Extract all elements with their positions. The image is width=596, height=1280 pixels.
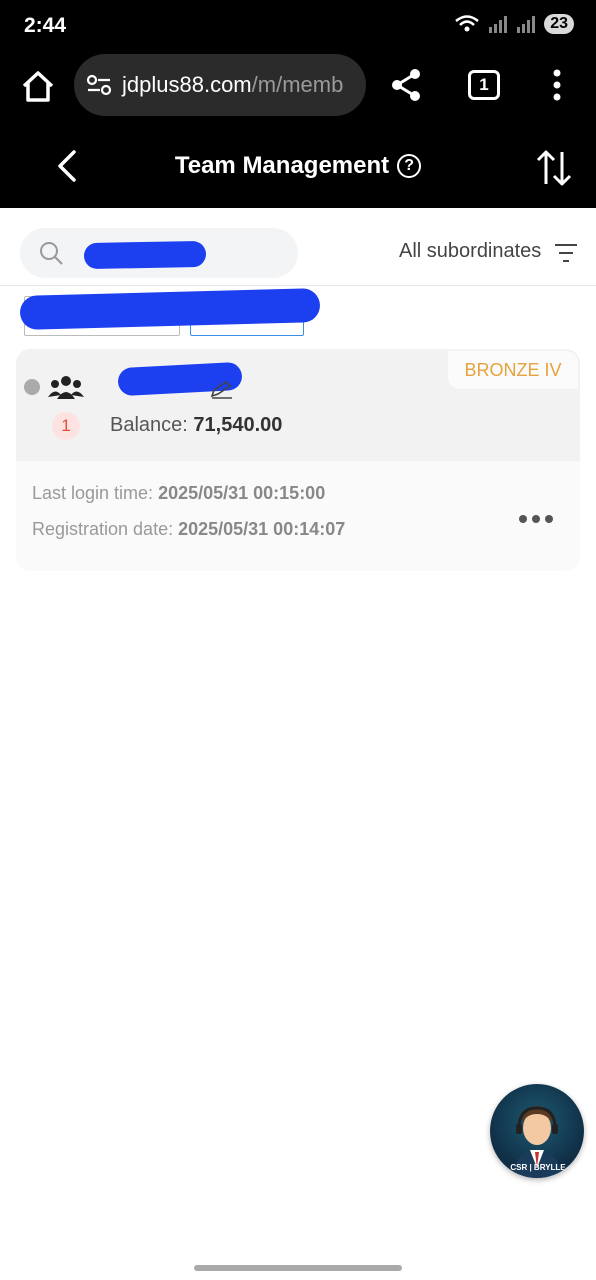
url-text: jdplus88.com/m/memb bbox=[122, 72, 343, 98]
help-icon[interactable]: ? bbox=[397, 154, 422, 178]
registration-date: Registration date: 2025/05/31 00:14:07 bbox=[32, 519, 345, 540]
url-bar[interactable]: jdplus88.com/m/memb bbox=[74, 54, 366, 116]
home-icon[interactable] bbox=[18, 66, 58, 106]
status-time: 2:44 bbox=[24, 14, 67, 37]
more-vert-icon[interactable] bbox=[550, 68, 564, 102]
top-bar: 2:44 23 jdplus88.com/m/memb 1 Team Manag… bbox=[0, 0, 596, 208]
sort-icon[interactable] bbox=[534, 148, 574, 188]
site-settings-icon[interactable] bbox=[86, 74, 112, 96]
redaction-mark bbox=[83, 240, 207, 270]
support-label: CSR | BRYLLE bbox=[510, 1163, 566, 1172]
registration-value: 2025/05/31 00:14:07 bbox=[178, 519, 346, 539]
last-login-label: Last login time: bbox=[32, 483, 159, 503]
member-card[interactable]: BRONZE IV 1 Balance: 71,540.00 Last logi… bbox=[16, 349, 580, 571]
page-header: Team Management ? bbox=[0, 130, 596, 208]
signal-icon-2 bbox=[517, 16, 536, 33]
browser-toolbar: jdplus88.com/m/memb 1 bbox=[0, 54, 596, 116]
level-badge: 1 bbox=[52, 412, 80, 440]
filter-icon[interactable] bbox=[554, 242, 578, 264]
url-host: jdplus88.com bbox=[122, 72, 252, 97]
edit-icon[interactable] bbox=[210, 379, 234, 399]
balance-value: 71,540.00 bbox=[193, 414, 283, 436]
status-icons: 23 bbox=[454, 14, 574, 34]
home-indicator[interactable] bbox=[194, 1265, 402, 1271]
url-path: /m/memb bbox=[251, 72, 344, 97]
filter-label[interactable]: All subordinates bbox=[399, 240, 541, 263]
customer-support-avatar[interactable]: CSR | BRYLLE bbox=[490, 1084, 584, 1178]
battery-level: 23 bbox=[544, 14, 574, 34]
last-login: Last login time: 2025/05/31 00:15:00 bbox=[32, 483, 325, 504]
share-icon[interactable] bbox=[388, 66, 424, 104]
rank-badge: BRONZE IV bbox=[448, 351, 578, 389]
member-card-header: BRONZE IV 1 Balance: 71,540.00 bbox=[16, 349, 580, 461]
balance-label: Balance: bbox=[110, 414, 194, 436]
search-filter-row: All subordinates bbox=[0, 208, 596, 286]
page-title: Team Management ? bbox=[0, 152, 596, 180]
last-login-value: 2025/05/31 00:15:00 bbox=[158, 483, 326, 503]
balance: Balance: 71,540.00 bbox=[110, 414, 282, 437]
team-icon bbox=[48, 376, 84, 399]
search-icon bbox=[40, 242, 63, 265]
breadcrumb-chips bbox=[0, 286, 596, 346]
wifi-icon bbox=[455, 15, 479, 32]
signal-icon bbox=[489, 16, 508, 33]
page-title-text: Team Management bbox=[174, 152, 390, 179]
tabs-icon[interactable]: 1 bbox=[468, 70, 500, 100]
online-status-dot bbox=[24, 379, 40, 395]
registration-label: Registration date: bbox=[32, 519, 179, 539]
more-horiz-icon[interactable] bbox=[516, 507, 556, 531]
